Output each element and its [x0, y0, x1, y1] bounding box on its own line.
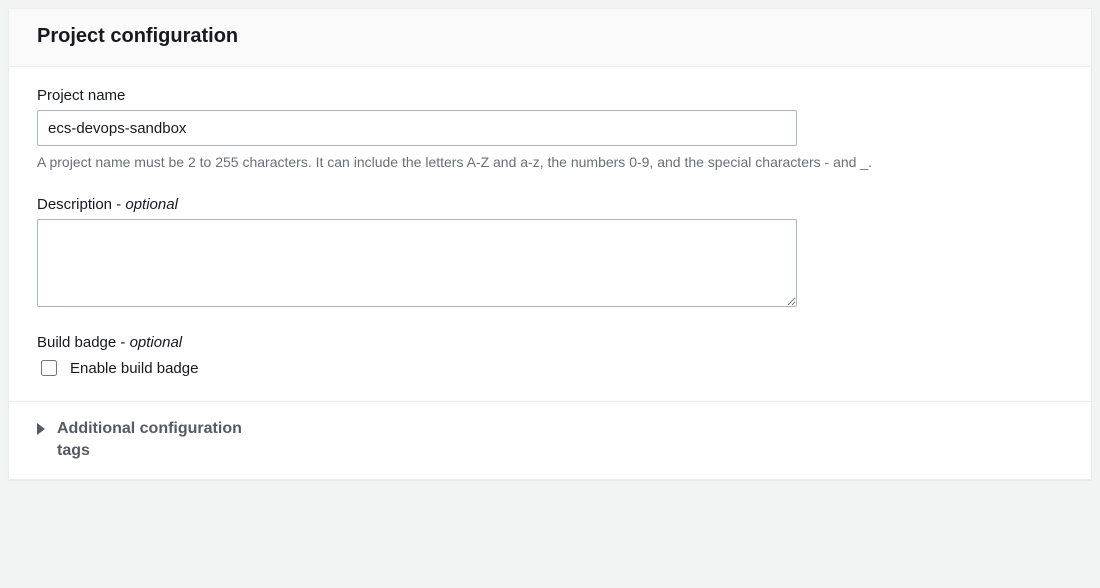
caret-right-icon — [37, 423, 45, 435]
build-badge-checkbox-row: Enable build badge — [37, 357, 1063, 379]
project-name-input[interactable] — [37, 110, 797, 146]
project-name-label: Project name — [37, 87, 1063, 104]
enable-build-badge-label[interactable]: Enable build badge — [70, 360, 198, 377]
panel-title: Project configuration — [37, 25, 1063, 48]
build-badge-group: Build badge - optional Enable build badg… — [37, 334, 1063, 379]
description-group: Description - optional — [37, 196, 1063, 310]
panel-header: Project configuration — [9, 9, 1091, 67]
additional-configuration-toggle[interactable]: Additional configuration tags — [37, 418, 1063, 461]
panel-body: Project name A project name must be 2 to… — [9, 67, 1091, 401]
build-badge-label: Build badge - optional — [37, 334, 1063, 351]
project-name-help: A project name must be 2 to 255 characte… — [37, 152, 1017, 172]
description-input[interactable] — [37, 219, 797, 307]
description-label: Description - optional — [37, 196, 1063, 213]
project-name-group: Project name A project name must be 2 to… — [37, 87, 1063, 172]
additional-configuration-title: Additional configuration tags — [57, 418, 242, 461]
additional-configuration-section: Additional configuration tags — [9, 401, 1091, 479]
project-configuration-panel: Project configuration Project name A pro… — [8, 8, 1092, 480]
enable-build-badge-checkbox[interactable] — [41, 360, 57, 376]
